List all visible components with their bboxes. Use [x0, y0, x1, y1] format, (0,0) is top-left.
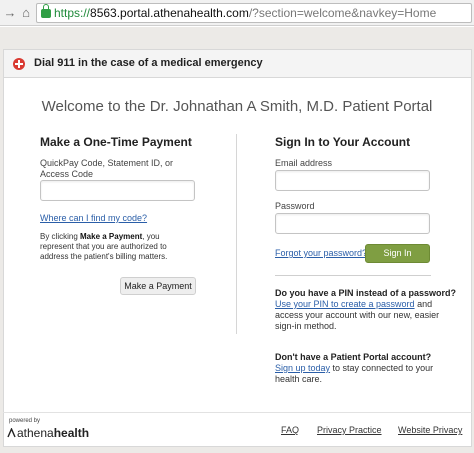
logo-text-health: health	[53, 426, 90, 440]
athena-leaf-icon	[7, 428, 16, 438]
pin-create-password-link[interactable]: Use your PIN to create a password	[275, 299, 415, 309]
pin-section: Do you have a PIN instead of a password?…	[275, 288, 460, 332]
page-title: Welcome to the Dr. Johnathan A Smith, M.…	[41, 98, 433, 115]
signup-text: Sign up today to stay connected to your …	[275, 363, 460, 385]
privacy-practice-link[interactable]: Privacy Practice	[317, 425, 382, 435]
column-divider	[236, 134, 237, 334]
forward-icon[interactable]: →	[2, 4, 18, 22]
athenahealth-logo: athenahealth	[7, 426, 89, 440]
pin-question: Do you have a PIN instead of a password?	[275, 288, 457, 298]
email-field[interactable]	[275, 170, 430, 191]
signup-section: Don't have a Patient Portal account? Sig…	[275, 352, 460, 385]
consent-text-line1: By clicking Make a Payment, you	[40, 232, 160, 242]
home-icon[interactable]: ⌂	[18, 4, 34, 22]
signin-divider	[275, 275, 431, 276]
password-field[interactable]	[275, 213, 430, 234]
consent-suffix: , you	[142, 232, 160, 241]
medical-cross-icon	[13, 58, 25, 70]
consent-bold: Make a Payment	[80, 232, 143, 241]
url-host: 8563.portal.athenahealth.com	[90, 6, 249, 20]
consent-text-line3: address the patient's billing matters.	[40, 252, 168, 261]
sign-up-link[interactable]: Sign up today	[275, 363, 330, 373]
emergency-banner: Dial 911 in the case of a medical emerge…	[3, 49, 472, 78]
consent-prefix: By clicking	[40, 232, 81, 241]
find-code-link[interactable]: Where can I find my code?	[40, 213, 147, 224]
make-payment-button[interactable]: Make a Payment	[120, 277, 196, 295]
address-bar[interactable]: https://8563.portal.athenahealth.com/?se…	[36, 3, 472, 23]
email-label: Email address	[275, 158, 333, 168]
lock-icon	[41, 4, 51, 18]
sign-in-button[interactable]: Sign In	[365, 244, 430, 263]
code-label-line2: Access Code	[40, 169, 94, 179]
payment-heading: Make a One-Time Payment	[40, 135, 192, 149]
url-path: /?section=welcome&navkey=Home	[248, 6, 437, 20]
code-label-line1: QuickPay Code, Statement ID, or	[40, 158, 174, 168]
pin-text: Use your PIN to create a password and ac…	[275, 299, 460, 332]
emergency-text: Dial 911 in the case of a medical emerge…	[34, 57, 263, 69]
password-label: Password	[275, 201, 315, 211]
logo-text-athena: athena	[17, 426, 54, 440]
browser-toolbar: → ⌂ https://8563.portal.athenahealth.com…	[0, 0, 474, 26]
forgot-password-link[interactable]: Forgot your password?	[275, 248, 367, 259]
payment-code-input[interactable]	[40, 180, 195, 201]
consent-text-line2: represent that you are authorized to	[40, 242, 167, 251]
powered-by-label: powered by	[9, 418, 41, 424]
website-privacy-link[interactable]: Website Privacy	[398, 425, 462, 435]
signin-heading: Sign In to Your Account	[275, 135, 411, 149]
no-account-question: Don't have a Patient Portal account?	[275, 352, 432, 362]
footer-divider	[3, 412, 472, 413]
faq-link[interactable]: FAQ	[281, 425, 299, 435]
url-scheme: https://	[54, 6, 91, 20]
